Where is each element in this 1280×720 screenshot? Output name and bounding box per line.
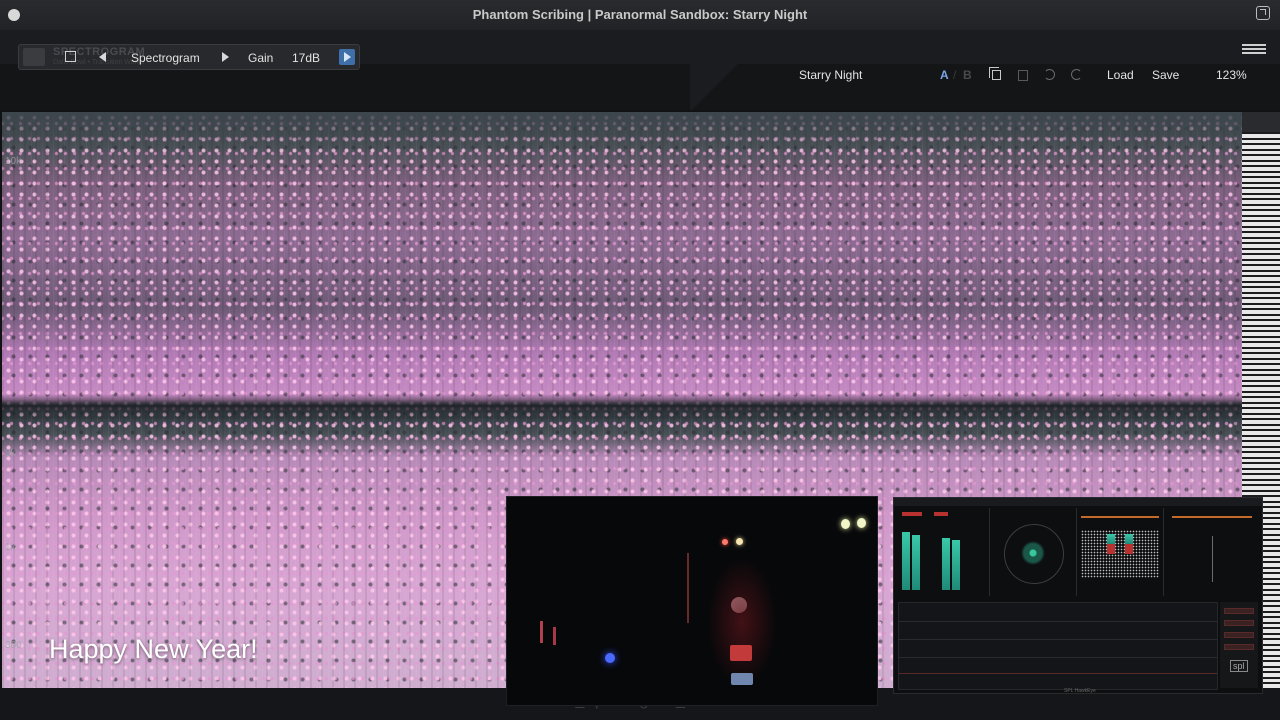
light-red-bar-1 — [540, 621, 543, 643]
window-title: Phantom Scribing | Paranormal Sandbox: S… — [472, 7, 808, 22]
stereo-center-line — [1212, 536, 1213, 582]
meter-peak-red-1 — [902, 512, 922, 516]
light-blue-block — [731, 673, 753, 685]
preset-name[interactable]: Starry Night — [799, 68, 862, 82]
crop-icon[interactable] — [65, 51, 76, 62]
level-bar-l2 — [942, 538, 950, 590]
light-red-bar-2 — [553, 627, 556, 645]
save-button[interactable]: Save — [1152, 68, 1179, 82]
level-bar-r — [912, 535, 920, 590]
light-red-1 — [722, 539, 728, 545]
light-yellow-1 — [841, 519, 850, 529]
stereo-bar — [1172, 516, 1252, 518]
grid-line — [899, 673, 1217, 674]
paste-icon[interactable] — [1018, 70, 1028, 81]
header-slope — [690, 64, 740, 110]
correlation-bar — [1081, 516, 1159, 518]
vectorscope-signal — [1018, 538, 1048, 568]
meter-plugin-panel: spl SPL HawkEye — [893, 497, 1263, 694]
ab-compare-b[interactable]: B — [963, 68, 972, 82]
freq-label-3k: 3k — [5, 448, 16, 459]
light-warm-1 — [736, 538, 743, 545]
load-button[interactable]: Load — [1107, 68, 1134, 82]
correlation-noise — [1081, 530, 1159, 578]
spl-logo: spl — [1230, 660, 1248, 672]
meter-side-button[interactable] — [1224, 620, 1254, 626]
light-blue-1 — [605, 653, 615, 663]
copy-icon[interactable] — [989, 67, 1001, 80]
header-lower-strip — [0, 64, 1280, 110]
light-red-block — [730, 645, 752, 661]
grid-line — [899, 639, 1217, 640]
grid-line — [899, 621, 1217, 622]
next-module-icon[interactable] — [222, 52, 229, 62]
gain-label: Gain — [248, 51, 274, 65]
vectorscope-section — [990, 508, 1077, 596]
meter-peak-red-2 — [934, 512, 948, 516]
level-bar-r2 — [952, 540, 960, 590]
gain-value[interactable]: 17dB — [292, 51, 320, 65]
zoom-level[interactable]: 123% — [1216, 68, 1247, 82]
meter-side-button[interactable] — [1224, 608, 1254, 614]
freq-label-10k: 10k — [5, 156, 22, 167]
meter-top-strip — [894, 498, 1262, 506]
undo-icon[interactable] — [1044, 69, 1055, 80]
module-logo — [23, 48, 45, 66]
spectrum-history-panel — [898, 602, 1218, 690]
level-meter-section — [894, 508, 990, 596]
grid-line — [899, 657, 1217, 658]
piano-top-cap — [1242, 112, 1280, 132]
ab-compare-a[interactable]: A — [940, 68, 949, 82]
freq-label-1k: 1k — [5, 542, 16, 553]
light-red-glow — [707, 557, 777, 687]
light-red-line — [687, 553, 689, 623]
light-yellow-2 — [857, 518, 866, 528]
expand-window-icon[interactable] — [1256, 6, 1270, 20]
module-name[interactable]: Spectrogram — [131, 51, 200, 65]
prev-module-icon[interactable] — [99, 52, 106, 62]
correlation-green-2 — [1125, 534, 1133, 544]
greeting-text: Happy New Year! — [49, 634, 258, 664]
hamburger-menu-icon[interactable] — [1242, 44, 1266, 54]
spectrogram-dark-band — [2, 394, 1242, 420]
meter-side-controls: spl — [1220, 602, 1258, 688]
redo-icon[interactable] — [1071, 69, 1082, 80]
meter-side-button[interactable] — [1224, 644, 1254, 650]
correlation-section — [1077, 508, 1164, 596]
meter-side-button[interactable] — [1224, 632, 1254, 638]
stereo-field-section — [1164, 508, 1260, 596]
freq-label-300: 300 — [5, 640, 22, 651]
camera-video-overlay — [506, 496, 878, 706]
module-selector-bar: SPECTROGRAM Dalls Bowl • Transition Work… — [18, 44, 360, 70]
spectrogram-top-band — [2, 112, 1242, 152]
play-button[interactable] — [339, 49, 355, 65]
meter-caption: SPL HawkEye — [1064, 688, 1096, 694]
correlation-green-1 — [1107, 534, 1115, 544]
title-bar: Phantom Scribing | Paranormal Sandbox: S… — [0, 0, 1280, 31]
plugin-header: SPECTROGRAM Dalls Bowl • Transition Work… — [0, 30, 1280, 110]
ab-separator: / — [953, 68, 957, 82]
level-bar-l — [902, 532, 910, 590]
